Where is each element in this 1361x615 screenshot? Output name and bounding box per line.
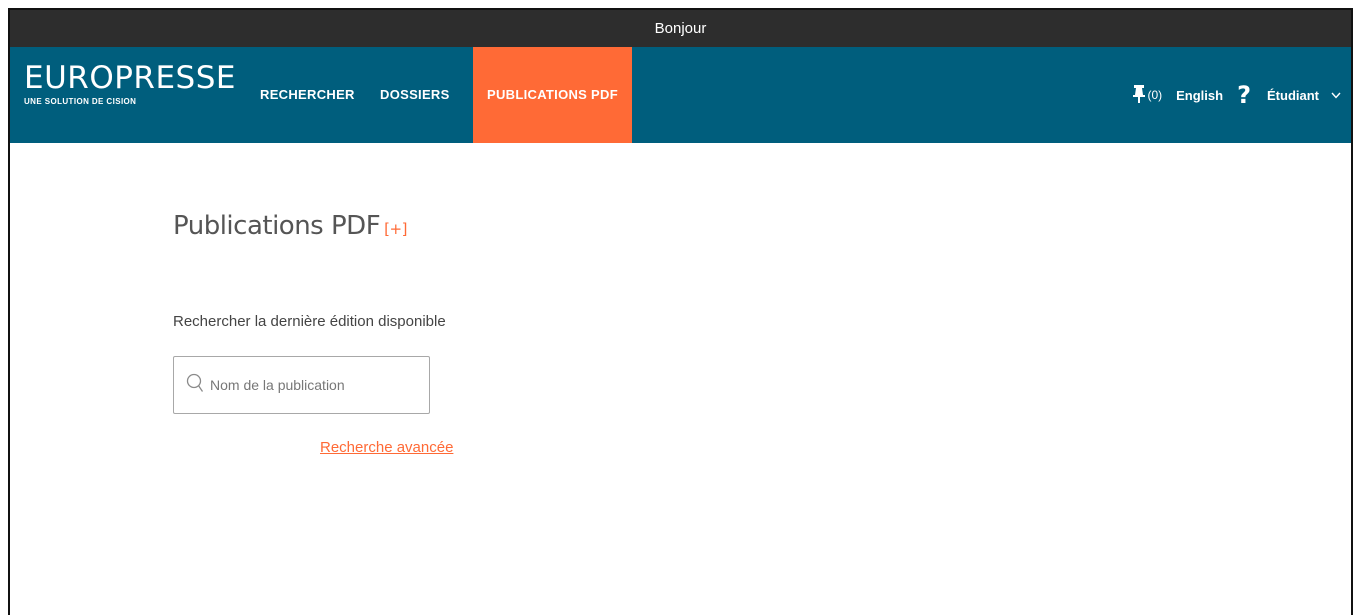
pinned-button[interactable]: (0) (1133, 84, 1163, 106)
pin-icon (1133, 84, 1147, 106)
greeting-text: Bonjour (654, 20, 707, 37)
nav-utilities: (0) English ? Étudiant (1133, 47, 1351, 143)
chevron-down-icon[interactable] (1331, 92, 1341, 99)
greeting-bar: Bonjour (10, 10, 1351, 47)
nav-rechercher[interactable]: RECHERCHER (260, 47, 355, 143)
language-switch[interactable]: English (1176, 88, 1223, 103)
user-menu[interactable]: Étudiant (1267, 88, 1319, 103)
pin-count: (0) (1147, 88, 1163, 102)
europresse-logo[interactable]: EUROPRESSE UNE SOLUTION DE CISION (24, 61, 236, 106)
logo-name: EUROPRESSE (24, 60, 236, 96)
publication-search-input[interactable] (208, 376, 412, 394)
app-window: Bonjour EUROPRESSE UNE SOLUTION DE CISIO… (8, 8, 1353, 615)
logo-tagline: UNE SOLUTION DE CISION (24, 97, 137, 106)
expand-info-button[interactable]: [+] (384, 220, 407, 238)
publication-search-box[interactable] (173, 356, 430, 414)
page-title: Publications PDF [+] (173, 211, 407, 241)
search-icon (186, 373, 204, 398)
page-title-text: Publications PDF (173, 211, 381, 241)
nav-dossiers[interactable]: DOSSIERS (380, 47, 450, 143)
search-instruction: Rechercher la dernière édition disponibl… (173, 313, 446, 330)
advanced-search-link[interactable]: Recherche avancée (320, 439, 453, 456)
nav-publications-pdf[interactable]: PUBLICATIONS PDF (473, 47, 632, 143)
main-navbar: EUROPRESSE UNE SOLUTION DE CISION RECHER… (10, 47, 1351, 143)
help-icon[interactable]: ? (1237, 81, 1251, 109)
